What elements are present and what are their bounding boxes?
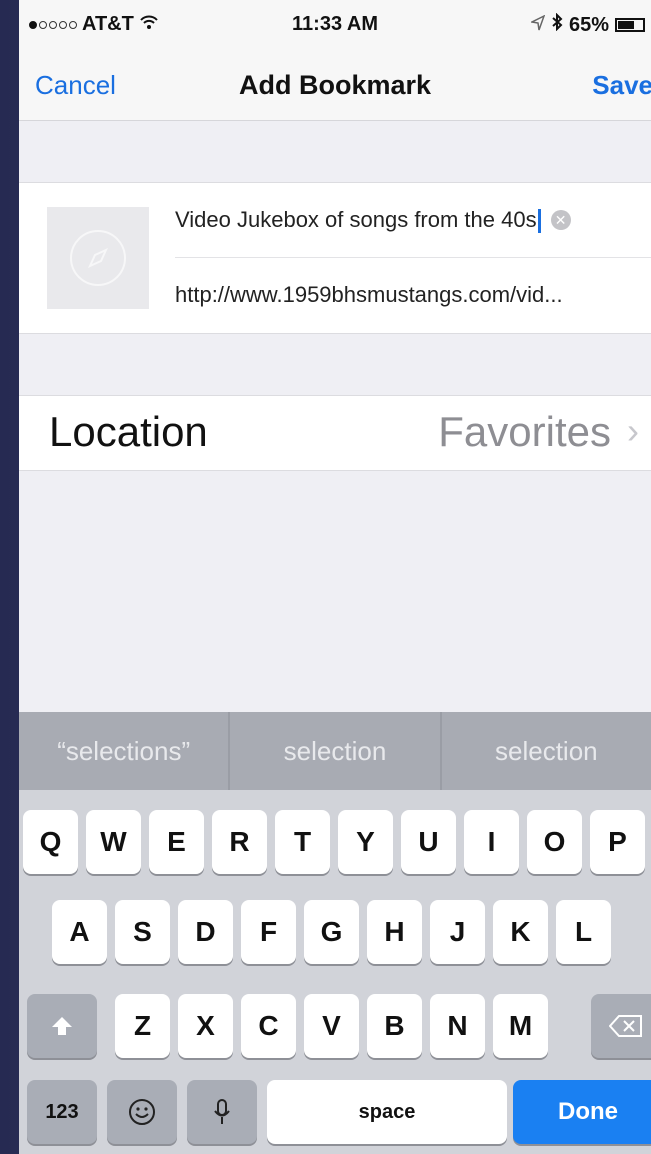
page-title: Add Bookmark — [238, 70, 432, 100]
microphone-icon — [214, 1099, 230, 1124]
key-letter[interactable]: Y — [338, 810, 393, 874]
key-letter[interactable]: M — [493, 994, 548, 1058]
phone-screen: AT&T 11:33 AM 65% Cancel Add Bookmark Sa… — [19, 0, 651, 1154]
battery-icon — [615, 18, 645, 32]
dictation-key[interactable] — [187, 1080, 257, 1144]
key-letter[interactable]: H — [367, 900, 422, 964]
title-row: Video Jukebox of songs from the 40s ✕ — [175, 183, 651, 258]
save-button[interactable]: Save — [592, 70, 651, 101]
space-key[interactable]: space — [267, 1080, 507, 1144]
key-letter[interactable]: C — [241, 994, 296, 1058]
location-value: Favorites — [438, 408, 611, 455]
key-letter[interactable]: L — [556, 900, 611, 964]
key-letter[interactable]: Q — [23, 810, 78, 874]
clear-icon[interactable]: ✕ — [550, 210, 571, 230]
bookmark-title-field[interactable]: Video Jukebox of songs from the 40s — [175, 206, 541, 234]
key-letter[interactable]: X — [178, 994, 233, 1058]
key-letter[interactable]: A — [52, 900, 107, 964]
key-letter[interactable]: N — [430, 994, 485, 1058]
key-letter[interactable]: K — [493, 900, 548, 964]
key-letter[interactable]: S — [115, 900, 170, 964]
status-bar: AT&T 11:33 AM 65% — [19, 0, 651, 48]
bookmark-title-text: Video Jukebox of songs from the 40s — [175, 206, 537, 232]
key-letter[interactable]: V — [304, 994, 359, 1058]
emoji-icon — [129, 1099, 155, 1125]
key-letter[interactable]: Z — [115, 994, 170, 1058]
suggestion-item[interactable]: selection — [230, 712, 442, 790]
key-letter[interactable]: G — [304, 900, 359, 964]
text-cursor — [537, 209, 541, 234]
key-letter[interactable]: B — [367, 994, 422, 1058]
shift-icon — [52, 1017, 72, 1035]
shift-key[interactable] — [27, 994, 97, 1058]
numbers-key[interactable]: 123 — [27, 1080, 97, 1144]
key-letter[interactable]: U — [401, 810, 456, 874]
key-letter[interactable]: O — [527, 810, 582, 874]
bookmark-url-field[interactable]: http://www.1959bhsmustangs.com/vid... — [175, 282, 563, 308]
bookmark-details: Video Jukebox of songs from the 40s ✕ ht… — [19, 182, 651, 334]
key-letter[interactable]: T — [275, 810, 330, 874]
suggestion-item[interactable]: “selections” — [19, 712, 231, 790]
predictive-bar: “selections” selection selection — [19, 712, 651, 790]
key-letter[interactable]: D — [178, 900, 233, 964]
compass-icon — [70, 230, 126, 286]
battery-percent: 65% — [568, 13, 609, 36]
status-right: 65% — [529, 12, 645, 37]
suggestion-item[interactable]: selection — [442, 712, 651, 790]
emoji-key[interactable] — [107, 1080, 177, 1144]
location-arrow-icon — [529, 13, 546, 37]
key-letter[interactable]: P — [590, 810, 645, 874]
backspace-key[interactable] — [591, 994, 651, 1058]
backspace-icon — [609, 1015, 642, 1037]
key-letter[interactable]: R — [212, 810, 267, 874]
key-letter[interactable]: W — [86, 810, 141, 874]
done-key[interactable]: Done — [513, 1080, 651, 1144]
location-label: Location — [49, 408, 208, 455]
key-letter[interactable]: J — [430, 900, 485, 964]
bookmark-thumbnail — [47, 207, 149, 309]
bluetooth-icon — [551, 12, 563, 37]
navigation-bar: Cancel Add Bookmark Save — [19, 48, 651, 121]
key-letter[interactable]: E — [149, 810, 204, 874]
url-row: http://www.1959bhsmustangs.com/vid... — [175, 257, 651, 333]
location-row[interactable]: Location Favorites › — [19, 395, 651, 471]
keyboard: 123 space Done QWERTYUIOP ASDFGHJKL ZXCVBN… — [19, 790, 651, 1154]
key-letter[interactable]: F — [241, 900, 296, 964]
key-letter[interactable]: I — [464, 810, 519, 874]
chevron-right-icon: › — [627, 410, 639, 451]
